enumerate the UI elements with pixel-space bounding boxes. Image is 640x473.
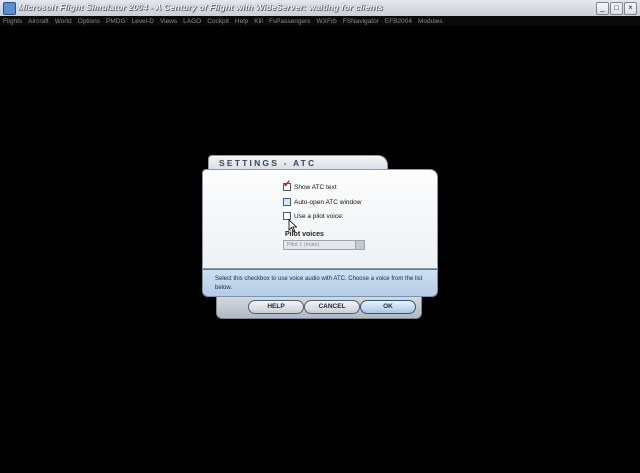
menu-world[interactable]: World <box>55 18 72 25</box>
help-text-box: Select this checkbox to use voice audio … <box>202 269 438 297</box>
show-atc-text-label[interactable]: Show ATC text <box>294 184 337 191</box>
use-pilot-voice-label[interactable]: Use a pilot voice: <box>294 213 344 220</box>
menu-level-d[interactable]: Level-D <box>132 18 154 25</box>
help-button[interactable]: HELP <box>248 300 304 314</box>
pilot-voice-value: Pilot 1 (male) <box>287 242 320 248</box>
minimize-button[interactable]: _ <box>596 2 609 15</box>
pilot-voice-select[interactable]: Pilot 1 (male) <box>283 240 365 250</box>
window-titlebar[interactable]: Microsoft Flight Simulator 2004 - A Cent… <box>0 0 640 17</box>
menu-help[interactable]: Help <box>235 18 248 25</box>
show-atc-text-option[interactable]: ✓ Show ATC text <box>283 179 337 191</box>
mouse-cursor-icon <box>288 219 298 233</box>
app-icon <box>3 2 16 15</box>
window-title: Microsoft Flight Simulator 2004 - A Cent… <box>18 2 383 12</box>
help-description: Select this checkbox to use voice audio … <box>215 276 423 291</box>
menu-fspassengers[interactable]: FsPassengers <box>269 18 311 25</box>
dialog-tab: SETTINGS - ATC <box>208 155 388 170</box>
menu-options[interactable]: Options <box>78 18 100 25</box>
menu-modules[interactable]: Modules <box>418 18 443 25</box>
menu-aircraft[interactable]: Aircraft <box>28 18 49 25</box>
dialog-title: SETTINGS - ATC <box>219 158 317 168</box>
menu-flights[interactable]: Flights <box>3 18 22 25</box>
menu-efb2004[interactable]: EFB2004 <box>385 18 412 25</box>
auto-open-atc-checkbox[interactable] <box>283 198 291 206</box>
close-button[interactable]: × <box>624 2 637 15</box>
dropdown-arrow-icon[interactable] <box>355 241 364 249</box>
window-controls: _ □ × <box>596 2 637 15</box>
menu-pmdg[interactable]: PMDG <box>106 18 126 25</box>
checkmark-icon: ✓ <box>283 179 292 190</box>
menu-lago[interactable]: LAGO <box>183 18 201 25</box>
cancel-button[interactable]: CANCEL <box>304 300 360 314</box>
menu-fsnavigator[interactable]: FSNavigator <box>343 18 379 25</box>
maximize-button[interactable]: □ <box>610 2 623 15</box>
menu-bar: Flights Aircraft World Options PMDG Leve… <box>0 16 640 26</box>
menu-kill[interactable]: Kill <box>254 18 263 25</box>
menu-cockpit[interactable]: Cockpit <box>207 18 229 25</box>
auto-open-atc-label[interactable]: Auto-open ATC window <box>294 199 361 206</box>
show-atc-text-checkbox[interactable]: ✓ <box>283 179 292 191</box>
auto-open-atc-option[interactable]: Auto-open ATC window <box>283 198 361 206</box>
ok-button[interactable]: OK <box>360 300 416 314</box>
menu-views[interactable]: Views <box>160 18 177 25</box>
menu-wxfrb[interactable]: WXFrb <box>317 18 337 25</box>
